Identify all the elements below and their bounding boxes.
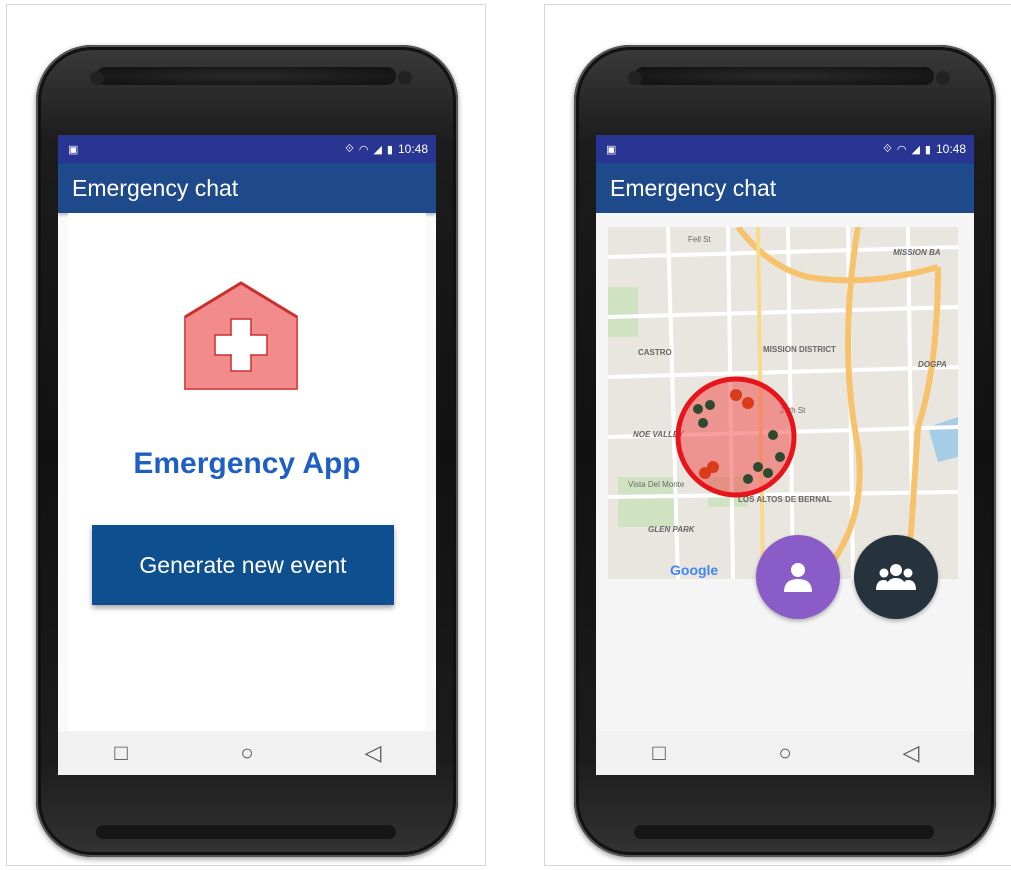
map-label: MISSION BA bbox=[893, 248, 941, 257]
wifi-icon: ◠ bbox=[896, 143, 907, 156]
android-nav-bar: □ ○ ◁ bbox=[596, 731, 974, 775]
notification-icon: ▣ bbox=[68, 143, 79, 156]
app-name-heading: Emergency App bbox=[133, 447, 361, 480]
group-chat-button[interactable] bbox=[854, 535, 938, 619]
single-chat-button[interactable] bbox=[756, 535, 840, 619]
map-label: GLEN PARK bbox=[648, 525, 696, 534]
group-icon bbox=[876, 564, 916, 590]
camera-icon bbox=[90, 71, 104, 85]
app-bar: Emergency chat bbox=[596, 163, 974, 213]
app-bar-title: Emergency chat bbox=[72, 174, 239, 201]
map-label: Vista Del Monte bbox=[628, 480, 685, 489]
wifi-icon: ◠ bbox=[358, 143, 369, 156]
bottom-speaker bbox=[634, 825, 934, 839]
sensor-icon bbox=[936, 71, 950, 85]
bottom-speaker bbox=[96, 825, 396, 839]
recents-icon[interactable]: □ bbox=[639, 740, 679, 766]
earpiece-speaker bbox=[96, 67, 396, 85]
phone-frame-left: ▣ ⟐ ◠ ◢ ▮ 10:48 Emergency chat Emergency… bbox=[36, 45, 458, 857]
status-time: 10:48 bbox=[935, 142, 966, 156]
camera-icon bbox=[628, 71, 642, 85]
status-time: 10:48 bbox=[397, 142, 428, 156]
back-icon[interactable]: ◁ bbox=[891, 740, 931, 766]
phone-screen-right: ▣ ⟐ ◠ ◢ ▮ 10:48 Emergency chat Fell St C… bbox=[596, 135, 974, 775]
map-view[interactable]: Fell St CASTRO MISSION DISTRICT NOE VALL… bbox=[608, 227, 958, 579]
signal-icon: ◢ bbox=[911, 143, 920, 156]
google-attribution: Google bbox=[670, 562, 718, 578]
back-icon[interactable]: ◁ bbox=[353, 740, 393, 766]
vibrate-icon: ⟐ bbox=[883, 142, 892, 155]
map-label: LOS ALTOS DE BERNAL bbox=[738, 495, 832, 504]
map-label: MISSION DISTRICT bbox=[763, 345, 836, 354]
notification-icon: ▣ bbox=[606, 143, 617, 156]
map-label: DOGPA bbox=[918, 360, 947, 369]
signal-icon: ◢ bbox=[373, 143, 382, 156]
home-icon[interactable]: ○ bbox=[227, 740, 267, 766]
right-screenshot-panel: ▣ ⟐ ◠ ◢ ▮ 10:48 Emergency chat Fell St C… bbox=[544, 4, 1011, 866]
app-bar: Emergency chat bbox=[58, 163, 436, 213]
vibrate-icon: ⟐ bbox=[345, 142, 354, 155]
android-nav-bar: □ ○ ◁ bbox=[58, 731, 436, 775]
status-bar: ▣ ⟐ ◠ ◢ ▮ 10:48 bbox=[58, 135, 436, 163]
home-icon[interactable]: ○ bbox=[765, 740, 805, 766]
emergency-house-icon bbox=[184, 281, 298, 390]
person-icon bbox=[784, 563, 812, 592]
map-label: Fell St bbox=[688, 235, 711, 244]
map-canvas: Fell St CASTRO MISSION DISTRICT NOE VALL… bbox=[608, 227, 958, 579]
map-label: CASTRO bbox=[638, 348, 672, 357]
left-screenshot-panel: ▣ ⟐ ◠ ◢ ▮ 10:48 Emergency chat Emergency… bbox=[6, 4, 486, 866]
app-bar-title: Emergency chat bbox=[610, 174, 777, 201]
status-bar: ▣ ⟐ ◠ ◢ ▮ 10:48 bbox=[596, 135, 974, 163]
main-content: Emergency App Generate new event bbox=[68, 213, 426, 731]
phone-frame-right: ▣ ⟐ ◠ ◢ ▮ 10:48 Emergency chat Fell St C… bbox=[574, 45, 996, 857]
recents-icon[interactable]: □ bbox=[101, 740, 141, 766]
battery-icon: ▮ bbox=[386, 143, 393, 156]
battery-icon: ▮ bbox=[924, 143, 931, 156]
generate-new-event-button[interactable]: Generate new event bbox=[92, 525, 394, 605]
phone-screen-left: ▣ ⟐ ◠ ◢ ▮ 10:48 Emergency chat Emergency… bbox=[58, 135, 436, 775]
earpiece-speaker bbox=[634, 67, 934, 85]
sensor-icon bbox=[398, 71, 412, 85]
